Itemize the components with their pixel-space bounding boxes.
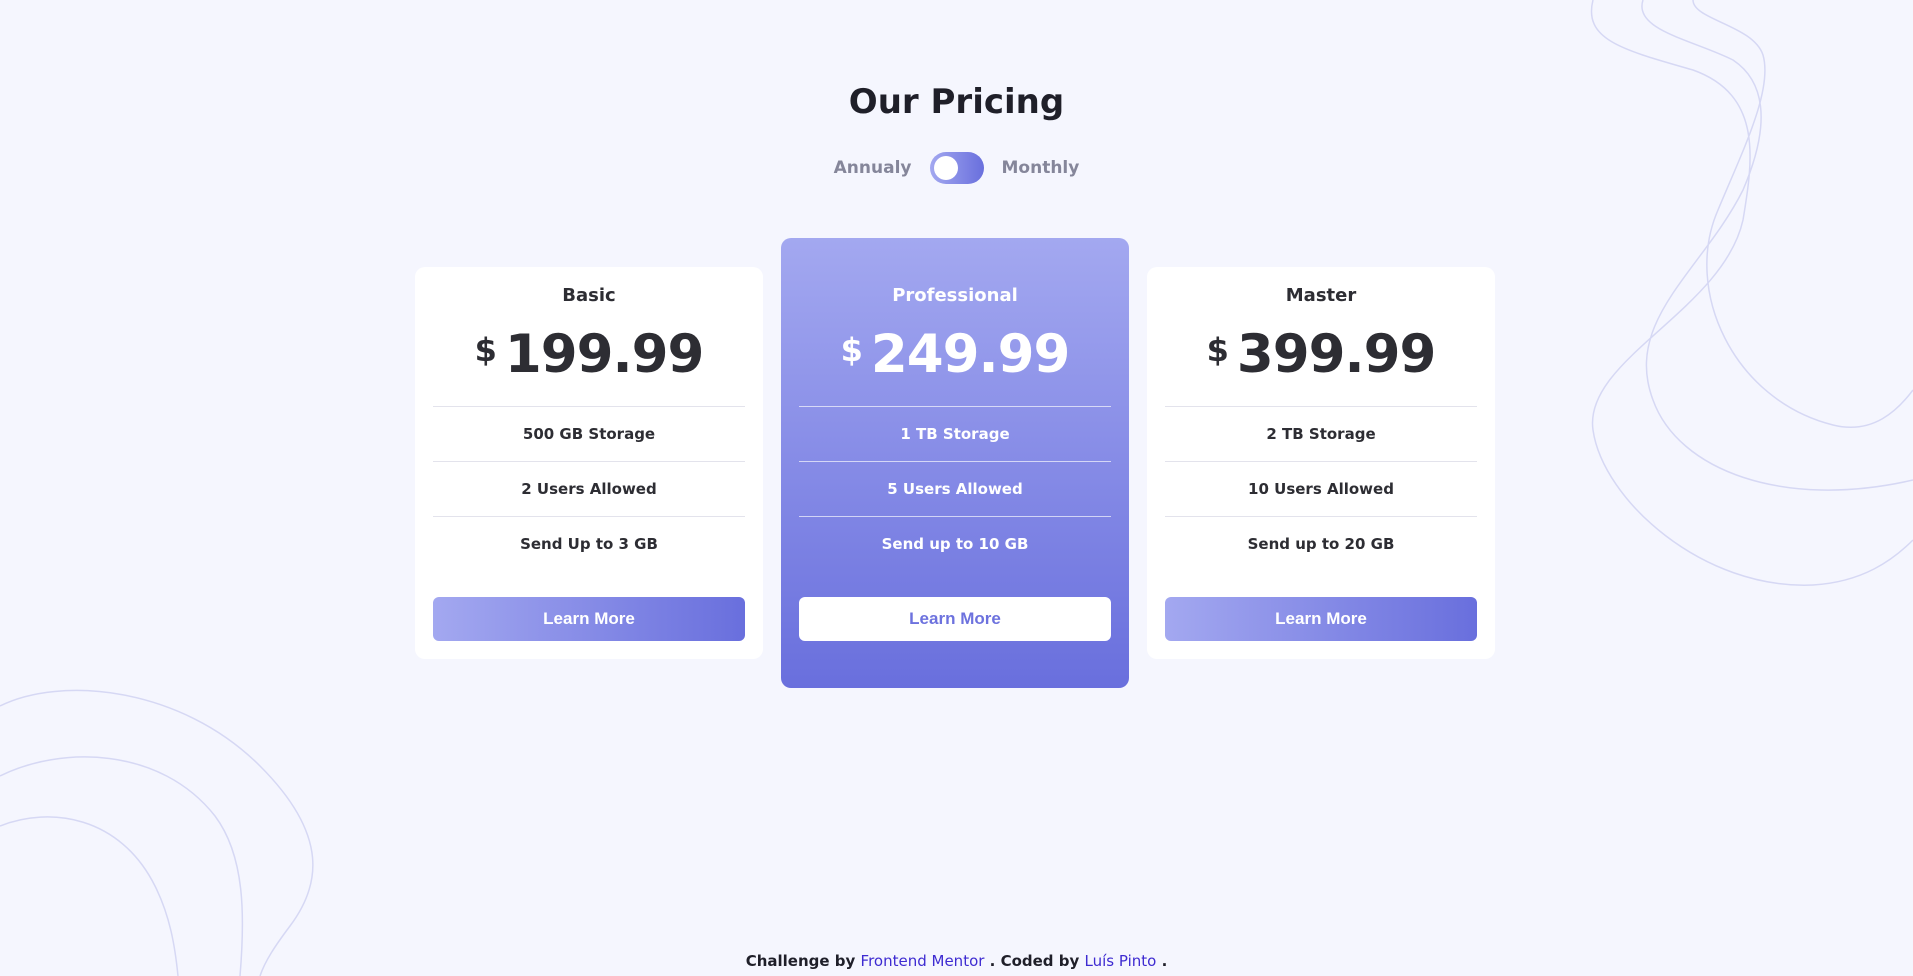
attribution-footer: Challenge by Frontend Mentor . Coded by … xyxy=(0,952,1913,970)
currency-symbol: $ xyxy=(1206,331,1229,369)
price-amount: 249.99 xyxy=(870,323,1071,385)
price-amount: 199.99 xyxy=(504,323,705,385)
feature-users: 2 Users Allowed xyxy=(433,461,745,516)
feature-users: 5 Users Allowed xyxy=(799,461,1111,516)
author-link[interactable]: Luís Pinto xyxy=(1085,952,1157,970)
plan-name: Basic xyxy=(562,285,616,306)
currency-symbol: $ xyxy=(840,331,863,369)
plan-price: $ 249.99 xyxy=(799,323,1111,385)
feature-list: 2 TB Storage 10 Users Allowed Send up to… xyxy=(1165,406,1477,571)
feature-list: 500 GB Storage 2 Users Allowed Send Up t… xyxy=(433,406,745,571)
frontend-mentor-link[interactable]: Frontend Mentor xyxy=(861,952,985,970)
monthly-label[interactable]: Monthly xyxy=(1002,158,1080,178)
feature-list: 1 TB Storage 5 Users Allowed Send up to … xyxy=(799,406,1111,571)
feature-send-limit: Send up to 10 GB xyxy=(799,516,1111,571)
feature-users: 10 Users Allowed xyxy=(1165,461,1477,516)
footer-suffix: . xyxy=(1161,952,1168,970)
feature-storage: 2 TB Storage xyxy=(1165,406,1477,461)
feature-send-limit: Send up to 20 GB xyxy=(1165,516,1477,571)
learn-more-button[interactable]: Learn More xyxy=(1165,597,1477,641)
plan-card-master: Master $ 399.99 2 TB Storage 10 Users Al… xyxy=(1147,267,1495,659)
price-amount: 399.99 xyxy=(1236,323,1437,385)
plan-name: Professional xyxy=(892,285,1018,306)
plan-price: $ 199.99 xyxy=(433,323,745,385)
feature-send-limit: Send Up to 3 GB xyxy=(433,516,745,571)
learn-more-button[interactable]: Learn More xyxy=(433,597,745,641)
annually-label[interactable]: Annualy xyxy=(834,158,912,178)
currency-symbol: $ xyxy=(474,331,497,369)
plan-card-basic: Basic $ 199.99 500 GB Storage 2 Users Al… xyxy=(415,267,763,659)
plan-card-professional: Professional $ 249.99 1 TB Storage 5 Use… xyxy=(781,238,1129,688)
footer-prefix: Challenge by xyxy=(745,952,856,970)
plan-name: Master xyxy=(1285,285,1357,306)
billing-toggle-row: Annualy Monthly xyxy=(0,152,1913,184)
plan-price: $ 399.99 xyxy=(1165,323,1477,385)
footer-middle: . Coded by xyxy=(989,952,1080,970)
billing-toggle-switch[interactable] xyxy=(929,152,984,184)
learn-more-button[interactable]: Learn More xyxy=(799,597,1111,641)
background-wave-bottom-left xyxy=(0,689,314,976)
toggle-knob xyxy=(933,156,958,180)
feature-storage: 500 GB Storage xyxy=(433,406,745,461)
page-title: Our Pricing xyxy=(848,82,1065,122)
feature-storage: 1 TB Storage xyxy=(799,406,1111,461)
